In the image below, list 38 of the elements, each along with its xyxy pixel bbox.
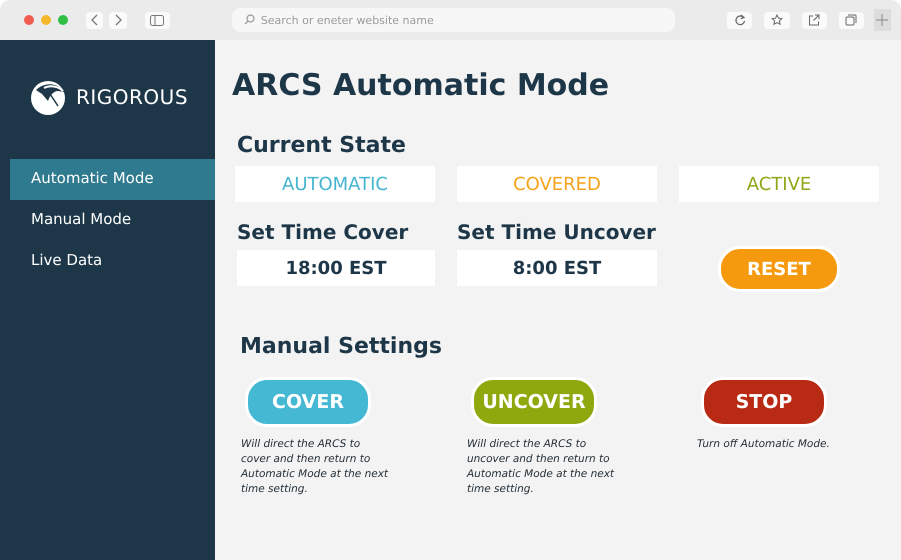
action-description: Will direct the ARCS to cover and then return to Automatic Mode at the next time setting. [241, 437, 390, 497]
time-value: 8:00 EST [457, 250, 657, 286]
nav-item[interactable]: Live Data [10, 241, 215, 282]
section-heading: Set Time Cover [237, 220, 410, 244]
share-button[interactable] [802, 12, 827, 28]
nav-item[interactable]: Manual Mode [10, 200, 215, 241]
reload-button[interactable] [727, 12, 752, 28]
action-button[interactable]: UNCOVER [471, 377, 597, 427]
section-heading: Set Time Uncover [457, 220, 657, 244]
share-icon [808, 14, 820, 26]
state-value: COVERED [457, 166, 657, 202]
bird-logo-icon [30, 78, 68, 116]
back-button[interactable] [86, 12, 104, 28]
bookmark-button[interactable] [764, 12, 790, 28]
sidebar-icon [150, 14, 164, 26]
chevron-right-icon [113, 14, 124, 26]
forward-button[interactable] [109, 12, 127, 28]
reload-icon [734, 14, 746, 26]
time-value: 18:00 EST [237, 250, 435, 286]
brand-name: RIGOROUS [76, 85, 188, 109]
plus-icon [876, 14, 888, 26]
address-field[interactable]: Search or eneter website name [232, 8, 676, 32]
action-description: Turn off Automatic Mode. [697, 437, 831, 452]
tabs-icon [845, 14, 858, 26]
tabs-button[interactable] [838, 12, 864, 28]
state-value: AUTOMATIC [235, 166, 435, 202]
new-tab-button[interactable] [874, 9, 892, 31]
section-heading: Current State [237, 133, 407, 158]
page-title: ARCS Automatic Mode [232, 68, 610, 103]
chevron-left-icon [90, 14, 100, 26]
star-icon [770, 14, 783, 26]
close-icon[interactable] [24, 15, 34, 25]
action-description: Will direct the ARCS to uncover and then return to Automatic Mode at the next time setting. [467, 437, 616, 497]
action-button[interactable]: STOP [701, 377, 827, 427]
sidebar-button[interactable] [144, 12, 170, 28]
nav-item[interactable]: Automatic Mode [10, 159, 215, 200]
state-value: ACTIVE [679, 166, 879, 202]
section-heading: Manual Settings [240, 334, 443, 359]
